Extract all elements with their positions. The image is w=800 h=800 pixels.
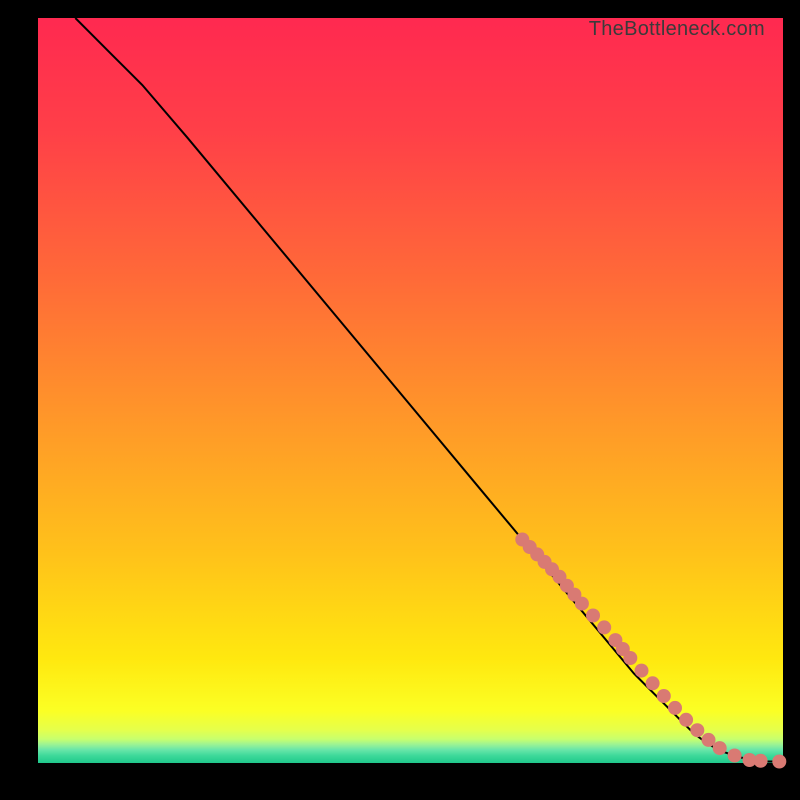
highlight-marker [772, 755, 786, 769]
highlight-marker [635, 664, 649, 678]
chart-frame: TheBottleneck.com [0, 0, 800, 800]
highlight-marker [668, 701, 682, 715]
highlight-marker [713, 741, 727, 755]
highlight-marker [623, 651, 637, 665]
highlight-marker [586, 609, 600, 623]
highlight-marker [597, 620, 611, 634]
plot-area: TheBottleneck.com [38, 18, 783, 763]
highlight-marker [657, 689, 671, 703]
highlight-marker [702, 733, 716, 747]
highlight-marker [679, 713, 693, 727]
highlight-marker [728, 749, 742, 763]
highlight-marker [575, 597, 589, 611]
highlight-marker [754, 754, 768, 768]
watermark-text: TheBottleneck.com [589, 18, 765, 41]
highlight-marker [690, 723, 704, 737]
bottleneck-curve [75, 18, 783, 762]
curve-layer [38, 18, 783, 763]
highlight-marker [646, 676, 660, 690]
marker-group [515, 533, 786, 769]
